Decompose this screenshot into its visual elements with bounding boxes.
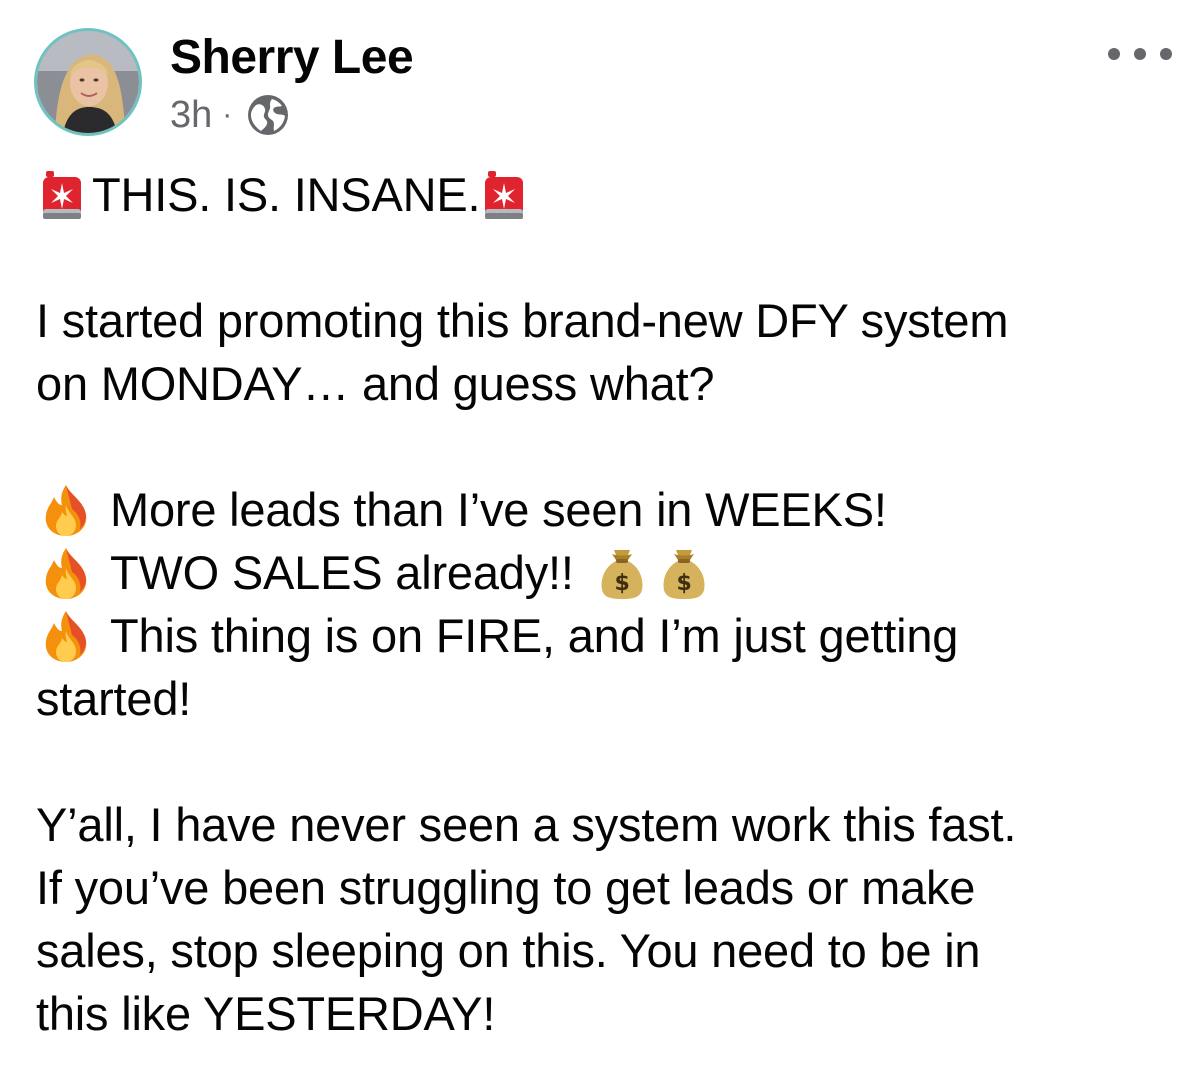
- paragraph-line: I started promoting this brand-new DFY s…: [36, 294, 1009, 347]
- more-options-button[interactable]: [1108, 38, 1172, 70]
- bullet-text: This thing is on FIRE, and I’m just gett…: [110, 609, 959, 662]
- paragraph-line: If you’ve been struggling to get leads o…: [36, 861, 976, 914]
- more-options-icon-dot: [1160, 48, 1172, 60]
- money-bag-emoji: $: [660, 546, 708, 600]
- siren-emoji: [42, 169, 82, 221]
- paragraph-line: sales, stop sleeping on this. You need t…: [36, 924, 981, 977]
- paragraph-line: this like YESTERDAY!: [36, 987, 496, 1040]
- fire-emoji: [40, 546, 92, 600]
- post-header: Sherry Lee 3h ·: [0, 0, 1200, 150]
- bullet-item: TWO SALES already!! $ $: [36, 541, 1176, 604]
- fire-emoji: [40, 483, 92, 537]
- profile-photo: [37, 31, 139, 133]
- post-body: THIS. IS. INSANE. I started promoting th…: [36, 163, 1176, 1045]
- more-options-icon-dot: [1134, 48, 1146, 60]
- siren-emoji: [484, 169, 524, 221]
- more-options-icon: [1108, 48, 1120, 60]
- money-bag-emoji: $: [598, 546, 646, 600]
- bullet-text: TWO SALES already!!: [110, 546, 574, 599]
- meta-separator: ·: [222, 98, 233, 131]
- bullet-text: More leads than I’ve seen in WEEKS!: [110, 483, 887, 536]
- bullet-continuation: started!: [36, 672, 192, 725]
- svg-text:$: $: [676, 571, 691, 596]
- post-time[interactable]: 3h: [170, 94, 212, 137]
- headline: THIS. IS. INSANE.: [36, 163, 1176, 226]
- svg-text:$: $: [614, 571, 629, 596]
- author-name[interactable]: Sherry Lee: [170, 30, 414, 86]
- fire-emoji: [40, 609, 92, 663]
- avatar[interactable]: [34, 28, 142, 136]
- globe-icon: [248, 95, 289, 135]
- post-meta: 3h ·: [170, 92, 290, 138]
- headline-text: THIS. IS. INSANE.: [92, 168, 481, 221]
- paragraph-line: Y’all, I have never seen a system work t…: [36, 798, 1017, 851]
- paragraph-line: on MONDAY… and guess what?: [36, 357, 715, 410]
- bullet-item: This thing is on FIRE, and I’m just gett…: [36, 604, 1176, 667]
- facebook-post: Sherry Lee 3h · THIS. IS. INSANE. I star…: [0, 0, 1200, 1082]
- bullet-item: More leads than I’ve seen in WEEKS!: [36, 478, 1176, 541]
